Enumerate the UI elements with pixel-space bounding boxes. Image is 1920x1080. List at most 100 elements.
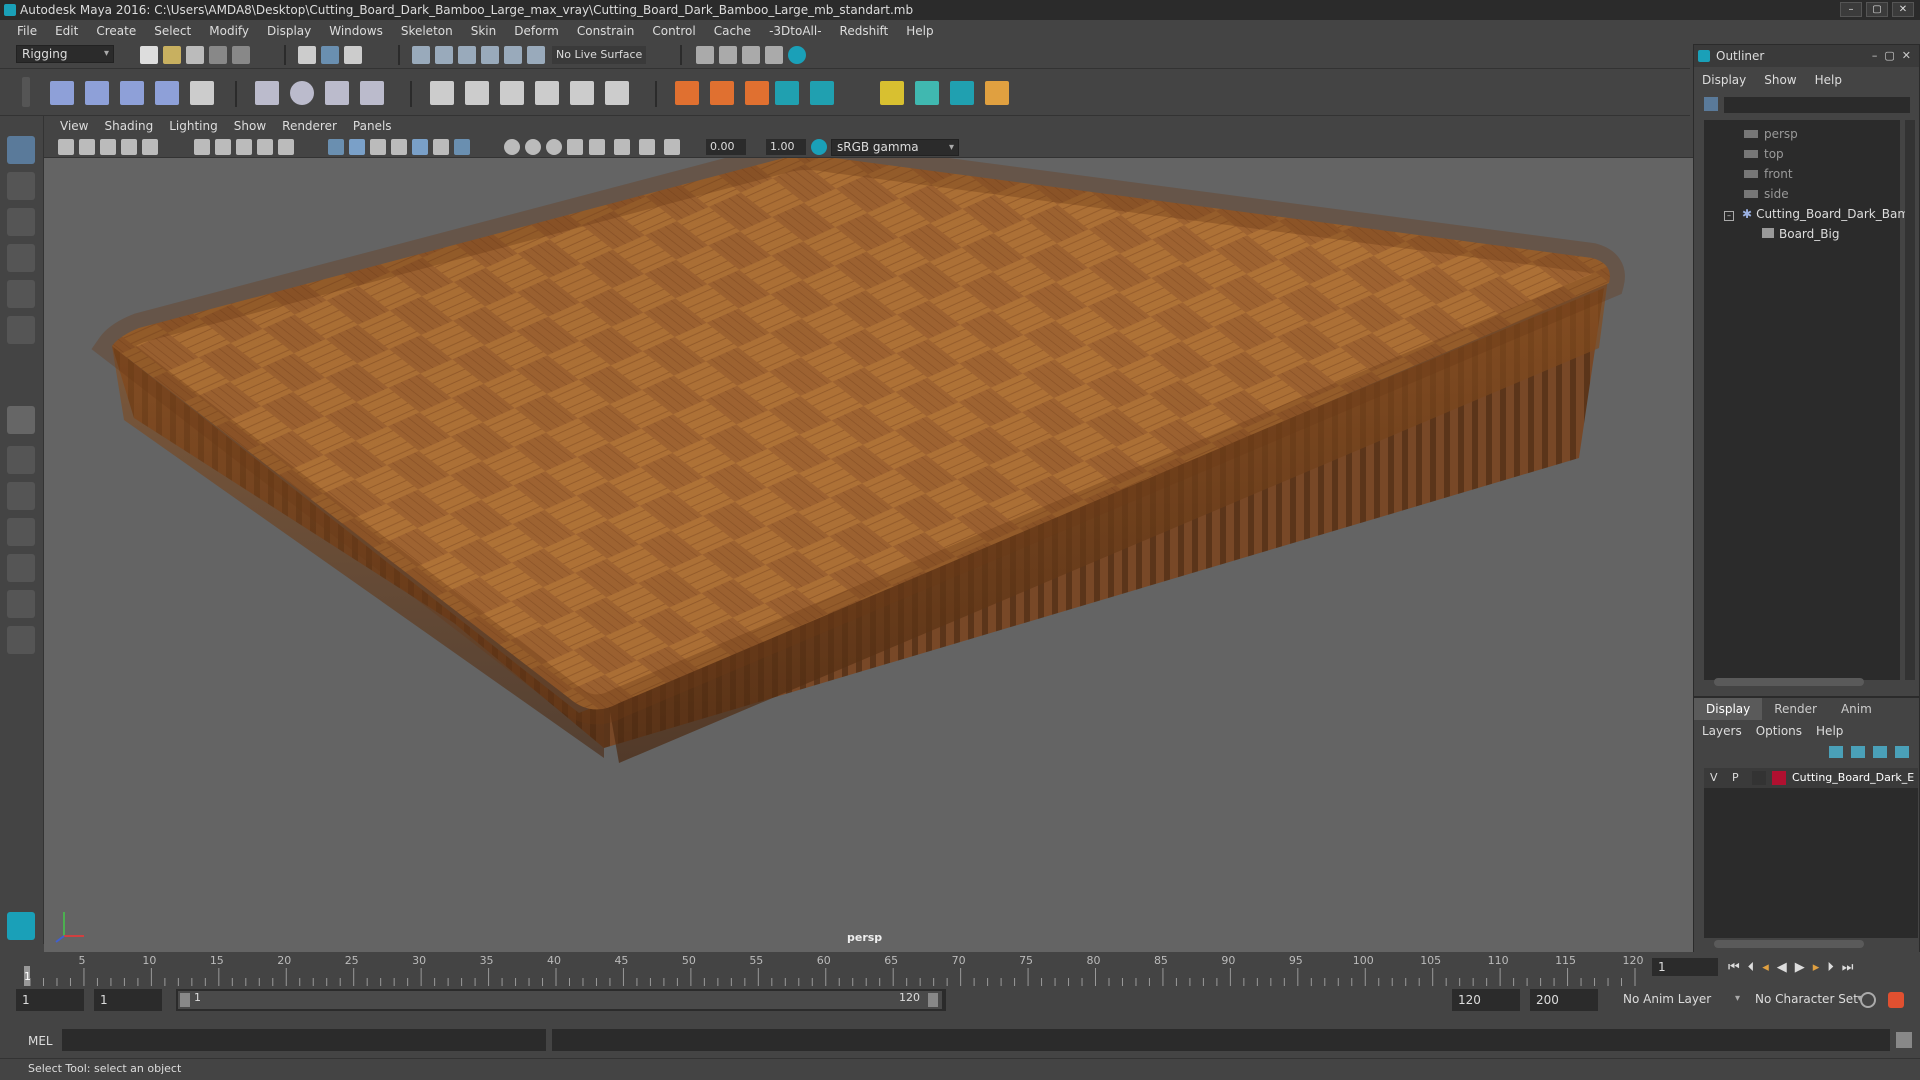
use-all-lights-icon[interactable] xyxy=(412,139,428,155)
menu-control[interactable]: Control xyxy=(643,24,704,38)
move-tool-icon[interactable] xyxy=(7,244,35,272)
live-surface-field[interactable]: No Live Surface xyxy=(552,46,647,64)
joint-tool-icon[interactable] xyxy=(50,81,74,105)
current-frame-field[interactable]: 1 xyxy=(1652,958,1718,976)
step-back-key-icon[interactable]: ⏴ xyxy=(1748,960,1755,975)
maximize-button[interactable]: ▢ xyxy=(1866,2,1888,17)
range-end-handle[interactable] xyxy=(928,993,938,1007)
set-driven-key-icon[interactable] xyxy=(880,81,904,105)
character-controls-icon[interactable] xyxy=(810,81,834,105)
menu-help[interactable]: Help xyxy=(897,24,942,38)
bind-skin-icon[interactable] xyxy=(430,81,454,105)
aim-constraint-icon[interactable] xyxy=(710,81,734,105)
xray-icon[interactable] xyxy=(454,139,470,155)
maya-home-icon[interactable] xyxy=(7,912,35,940)
character-set-dropdown[interactable]: No Character Set xyxy=(1750,989,1866,1011)
wireframe-icon[interactable] xyxy=(328,139,344,155)
film-gate-icon[interactable] xyxy=(194,139,210,155)
snap-surface-icon[interactable] xyxy=(504,46,522,64)
outliner-filter-icon[interactable] xyxy=(1704,97,1718,111)
resolution-gate-icon[interactable] xyxy=(215,139,231,155)
playback-start-field[interactable]: 1 xyxy=(94,989,162,1011)
menu-skin[interactable]: Skin xyxy=(462,24,506,38)
color-space-dropdown[interactable]: sRGB gamma xyxy=(831,139,959,156)
orient-constraint-icon[interactable] xyxy=(745,81,769,105)
collapse-icon[interactable]: – xyxy=(1724,211,1734,221)
wire-icon[interactable] xyxy=(360,81,384,105)
menu-display[interactable]: Display xyxy=(258,24,320,38)
menu-create[interactable]: Create xyxy=(87,24,145,38)
outliner-window-controls[interactable]: – ▢ ✕ xyxy=(1872,45,1911,67)
smooth-shade-icon[interactable] xyxy=(349,139,365,155)
exposure-icon[interactable] xyxy=(614,139,630,155)
new-scene-icon[interactable] xyxy=(140,46,158,64)
layer-playback-toggle[interactable]: P xyxy=(1732,771,1739,784)
detach-skin-icon[interactable] xyxy=(465,81,489,105)
ambient-occlusion-icon[interactable] xyxy=(504,139,520,155)
snap-vertex-icon[interactable] xyxy=(527,46,545,64)
persp-hypershade-layout-icon[interactable] xyxy=(7,554,35,582)
humanik-icon[interactable] xyxy=(775,81,799,105)
layer-visibility-toggle[interactable]: V xyxy=(1710,771,1718,784)
lattice-icon[interactable] xyxy=(255,81,279,105)
menu-deform[interactable]: Deform xyxy=(505,24,568,38)
outliner-layout-icon[interactable] xyxy=(7,590,35,618)
ik-spline-icon[interactable] xyxy=(120,81,144,105)
ipr-render-icon[interactable] xyxy=(742,46,760,64)
mirror-joint-icon[interactable] xyxy=(190,81,214,105)
layer-color-swatch[interactable] xyxy=(1772,771,1786,785)
menu-edit[interactable]: Edit xyxy=(46,24,87,38)
wrap-icon[interactable] xyxy=(325,81,349,105)
time-slider[interactable]: 5 10 15 20 25 30 35 40 45 50 55 60 65 70 75 80 85 90 95 100… xyxy=(0,952,1920,986)
panel-menu-view[interactable]: View xyxy=(52,119,96,133)
animation-end-field[interactable]: 200 xyxy=(1530,989,1598,1011)
outliner-item-top[interactable]: top xyxy=(1744,145,1784,163)
camera-attributes-icon[interactable] xyxy=(79,139,95,155)
rig-tool-icon[interactable] xyxy=(985,81,1009,105)
perspective-viewport[interactable]: persp xyxy=(44,158,1693,952)
time-ruler[interactable]: 5 10 15 20 25 30 35 40 45 50 55 60 65 70 75 80 85 90 95 100… xyxy=(0,952,1650,986)
four-view-layout-icon[interactable] xyxy=(7,446,35,474)
pose-editor-icon[interactable] xyxy=(915,81,939,105)
anim-layer-dropdown[interactable]: No Anim Layer xyxy=(1618,989,1744,1011)
command-language[interactable]: MEL xyxy=(28,1034,53,1048)
smooth-bind-icon[interactable] xyxy=(535,81,559,105)
play-forward-icon[interactable]: ▶ xyxy=(1795,960,1805,975)
gamma-field[interactable]: 1.00 xyxy=(766,139,806,155)
camera-select-icon[interactable] xyxy=(58,139,74,155)
layer-row[interactable]: V P Cutting_Board_Dark_E xyxy=(1704,768,1918,788)
menu-redshift[interactable]: Redshift xyxy=(831,24,898,38)
exposure-field[interactable]: 0.00 xyxy=(706,139,746,155)
tab-anim[interactable]: Anim xyxy=(1829,698,1884,720)
open-scene-icon[interactable] xyxy=(163,46,181,64)
panel-menu-renderer[interactable]: Renderer xyxy=(274,119,345,133)
step-back-frame-icon[interactable]: ◂ xyxy=(1762,960,1769,975)
field-chart-icon[interactable] xyxy=(257,139,273,155)
play-backward-icon[interactable]: ◀ xyxy=(1777,960,1787,975)
menu-file[interactable]: File xyxy=(8,24,46,38)
menu-cache[interactable]: Cache xyxy=(705,24,760,38)
grid-toggle-icon[interactable] xyxy=(142,139,158,155)
depth-of-field-icon[interactable] xyxy=(567,139,583,155)
textured-icon[interactable] xyxy=(391,139,407,155)
outliner-item-front[interactable]: front xyxy=(1744,165,1793,183)
quick-rig-icon[interactable] xyxy=(950,81,974,105)
layer-menu-layers[interactable]: Layers xyxy=(1702,724,1742,738)
layer-menu-options[interactable]: Options xyxy=(1756,724,1802,738)
panel-menu-shading[interactable]: Shading xyxy=(96,119,161,133)
panel-menu-show[interactable]: Show xyxy=(226,119,274,133)
range-start-handle[interactable] xyxy=(180,993,190,1007)
ik-handle-icon[interactable] xyxy=(85,81,109,105)
select-hierarchy-icon[interactable] xyxy=(298,46,316,64)
custom-layout-icon[interactable] xyxy=(7,626,35,654)
nonlinear-icon[interactable] xyxy=(605,81,629,105)
save-scene-icon[interactable] xyxy=(186,46,204,64)
tab-render[interactable]: Render xyxy=(1762,698,1829,720)
new-layer-selected-icon[interactable] xyxy=(1895,746,1909,758)
command-input[interactable] xyxy=(62,1029,546,1051)
outliner-menu-help[interactable]: Help xyxy=(1815,73,1842,87)
layer-horizontal-scrollbar[interactable] xyxy=(1714,940,1864,948)
menu-skeleton[interactable]: Skeleton xyxy=(392,24,462,38)
outliner-item-persp[interactable]: persp xyxy=(1744,125,1798,143)
outliner-item-board-big[interactable]: Board_Big xyxy=(1762,225,1839,243)
